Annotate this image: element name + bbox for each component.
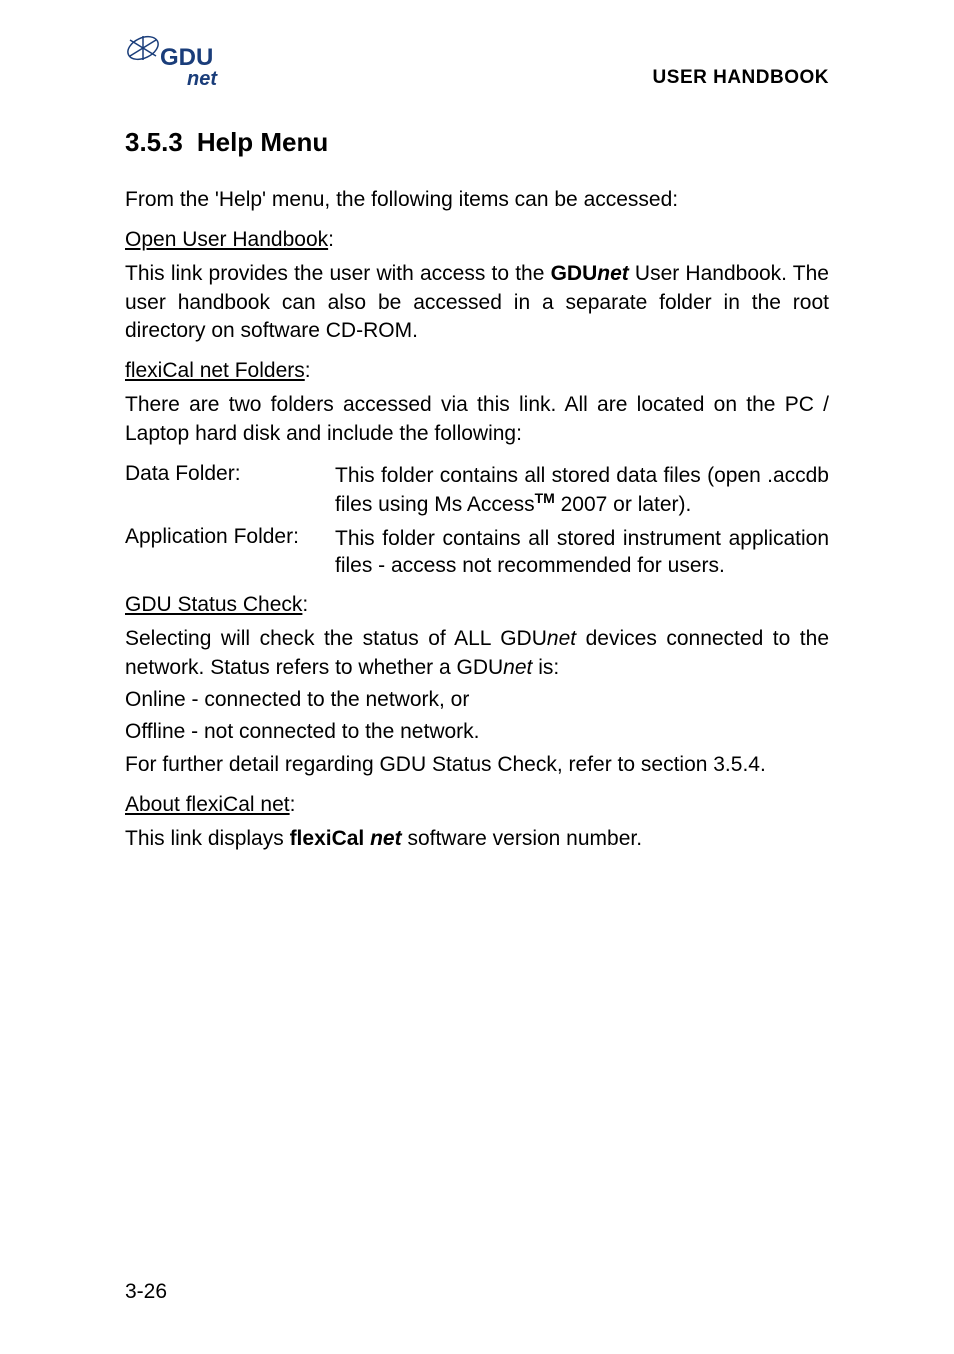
gdu-status-online: Online - connected to the network, or (125, 686, 829, 714)
section-heading: 3.5.3 Help Menu (125, 127, 829, 158)
about-heading-line: About flexiCal net: (125, 793, 829, 825)
gdu-status-section: GDU Status Check: Selecting will check t… (125, 593, 829, 779)
gdu-status-text: Selecting will check the status of ALL G… (125, 625, 829, 682)
brand-net2: net (364, 827, 401, 850)
about-heading: About flexiCal net (125, 793, 290, 817)
gdu-net-logo-icon: GDU net (125, 30, 225, 95)
gdu-status-heading: GDU Status Check (125, 593, 302, 617)
brand-gdu: GDU (551, 262, 598, 285)
logo: GDU net (125, 30, 225, 95)
section-number: 3.5.3 (125, 127, 183, 158)
data-folder-label: Data Folder: (125, 462, 335, 519)
section-title: Help Menu (197, 127, 328, 157)
open-handbook-text: This link provides the user with access … (125, 260, 829, 345)
app-folder-desc: This folder contains all stored instrume… (335, 525, 829, 580)
brand-net: net (597, 262, 629, 285)
page-header: GDU net USER HANDBOOK (125, 30, 829, 95)
trademark-symbol: TM (535, 490, 555, 506)
gdu-status-offline: Offline - not connected to the network. (125, 718, 829, 746)
flexical-folders-section: flexiCal net Folders: There are two fold… (125, 359, 829, 579)
flexical-folders-intro: There are two folders accessed via this … (125, 391, 829, 448)
colon: : (328, 228, 334, 251)
header-title: USER HANDBOOK (653, 67, 829, 89)
gdu-status-further: For further detail regarding GDU Status … (125, 751, 829, 779)
intro-text: From the 'Help' menu, the following item… (125, 186, 829, 214)
logo-text-net: net (187, 68, 218, 90)
app-folder-row: Application Folder: This folder contains… (125, 525, 829, 580)
open-handbook-heading-line: Open User Handbook: (125, 228, 829, 260)
gdu-status-heading-line: GDU Status Check: (125, 593, 829, 625)
data-folder-desc: This folder contains all stored data fil… (335, 462, 829, 519)
open-handbook-heading: Open User Handbook (125, 228, 328, 252)
colon: : (305, 359, 311, 382)
data-folder-row: Data Folder: This folder contains all st… (125, 462, 829, 519)
colon: : (302, 593, 308, 616)
page-number: 3-26 (125, 1280, 167, 1304)
flexical-folders-heading-line: flexiCal net Folders: (125, 359, 829, 391)
brand-flexical: flexiCal (290, 827, 365, 850)
flexical-folders-heading: flexiCal net Folders (125, 359, 305, 383)
logo-text-gdu: GDU (160, 44, 213, 71)
about-section: About flexiCal net: This link displays f… (125, 793, 829, 853)
app-folder-label: Application Folder: (125, 525, 335, 580)
about-text: This link displays flexiCal net software… (125, 825, 829, 853)
colon: : (290, 793, 296, 816)
open-handbook-section: Open User Handbook: This link provides t… (125, 228, 829, 345)
